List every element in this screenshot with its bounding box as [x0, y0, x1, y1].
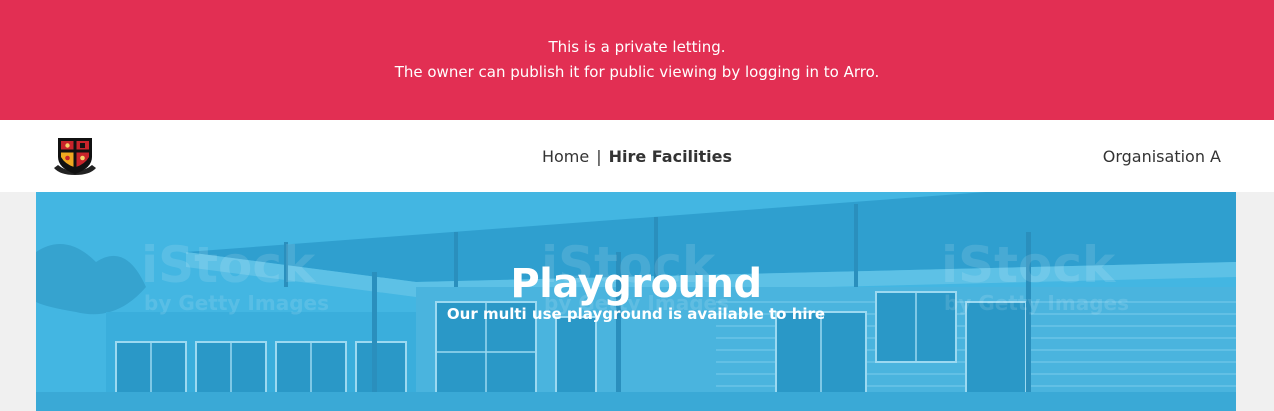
private-letting-banner: This is a private letting. The owner can… [0, 0, 1274, 120]
school-crest-icon[interactable] [52, 135, 98, 177]
hero-section: iStock by Getty Images iStock by Getty I… [36, 192, 1236, 411]
banner-line-1: This is a private letting. [548, 38, 726, 56]
hero-title: Playground [510, 261, 762, 307]
top-navigation: Home | Hire Facilities Organisation A [0, 120, 1274, 192]
nav-link-hire-facilities[interactable]: Hire Facilities [609, 147, 732, 166]
hero-text: Playground Our multi use playground is a… [36, 258, 1236, 324]
organisation-menu[interactable]: Organisation A [1103, 147, 1221, 166]
nav-links: Home | Hire Facilities [0, 120, 1274, 192]
hero-subtitle: Our multi use playground is available to… [446, 305, 826, 323]
banner-line-2: The owner can publish it for public view… [394, 63, 880, 81]
nav-link-home[interactable]: Home [542, 147, 589, 166]
nav-separator: | [596, 146, 602, 166]
